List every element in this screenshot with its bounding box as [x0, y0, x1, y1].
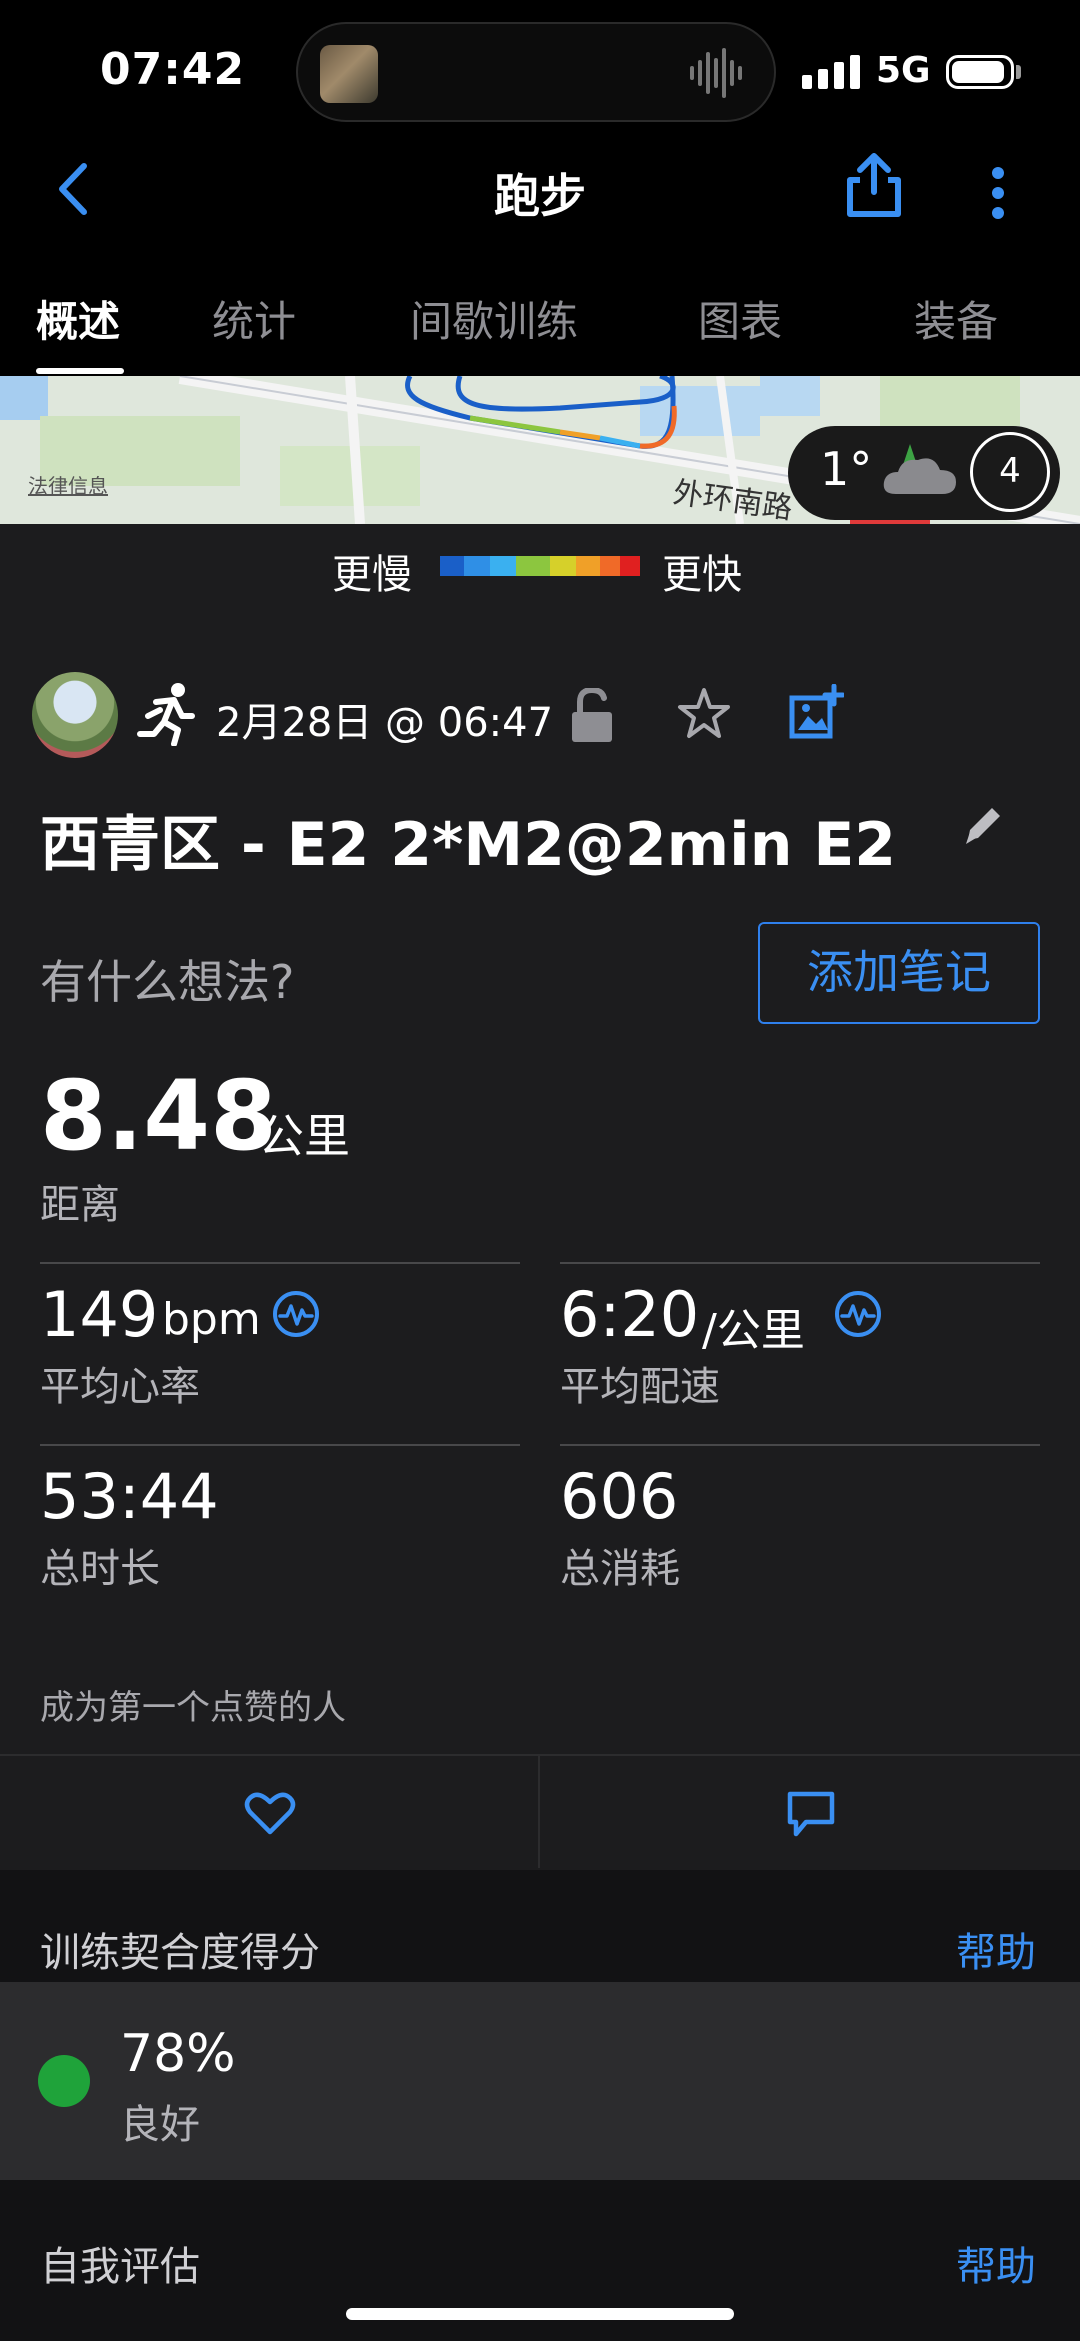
- heart-icon: [244, 1792, 296, 1835]
- pace-zone-icon[interactable]: [834, 1290, 882, 1338]
- distance-label: 距离: [40, 1182, 120, 1228]
- edit-pencil-icon[interactable]: [962, 802, 1006, 846]
- activity-title: 西青区 - E2 2*M2@2min E2: [40, 810, 897, 880]
- training-fit-rating: 良好: [120, 2102, 200, 2148]
- total-time-label: 总时长: [40, 1546, 160, 1592]
- network-type: 5G: [876, 50, 931, 91]
- legend-faster-label: 更快: [662, 552, 742, 598]
- wind-level-badge: 4: [970, 432, 1050, 512]
- activity-date: 2月28日 @ 06:47: [216, 700, 554, 746]
- calories-value: 606: [560, 1460, 679, 1533]
- distance-value: 8.48: [40, 1060, 277, 1172]
- battery-level: [952, 61, 1004, 83]
- add-note-button[interactable]: 添加笔记: [758, 922, 1040, 1024]
- cellular-signal-icon: [802, 55, 860, 89]
- tab-overview[interactable]: 概述: [36, 288, 120, 349]
- avg-pace-unit: /公里: [702, 1305, 805, 1356]
- page-title: 跑步: [494, 169, 586, 223]
- avg-hr-unit: bpm: [162, 1294, 261, 1345]
- avg-pace-value: 6:20: [560, 1278, 700, 1351]
- running-activity-icon: [137, 683, 195, 746]
- active-tab-indicator: [36, 368, 124, 374]
- training-fit-title: 训练契合度得分: [40, 1930, 320, 1976]
- metric-divider: [40, 1262, 520, 1264]
- training-fit-help-link[interactable]: 帮助: [956, 1920, 1036, 1978]
- battery-nub: [1016, 65, 1021, 79]
- privacy-lock-icon[interactable]: [570, 688, 614, 744]
- legend-slower-label: 更慢: [332, 552, 412, 598]
- comment-icon: [787, 1791, 835, 1837]
- metric-divider: [40, 1444, 520, 1446]
- speed-gradient-bar: [440, 556, 640, 576]
- cloudy-weather-icon: [883, 444, 956, 494]
- more-options-icon[interactable]: [990, 165, 1006, 221]
- map-legal-link[interactable]: 法律信息: [28, 470, 108, 499]
- total-time-value: 53:44: [40, 1460, 219, 1533]
- status-time: 07:42: [100, 44, 246, 95]
- like-button[interactable]: [0, 1756, 538, 1868]
- tab-stats[interactable]: 统计: [212, 288, 296, 349]
- avg-hr-value: 149: [40, 1278, 159, 1351]
- share-icon[interactable]: [846, 152, 902, 218]
- tab-gear[interactable]: 装备: [914, 288, 998, 349]
- heart-rate-zone-icon[interactable]: [272, 1290, 320, 1338]
- favorite-star-icon[interactable]: [676, 686, 732, 742]
- first-like-text: 成为第一个点赞的人: [40, 1688, 346, 1728]
- weather-temperature: 1°: [820, 442, 873, 496]
- home-indicator[interactable]: [346, 2308, 734, 2320]
- calories-label: 总消耗: [560, 1546, 680, 1592]
- now-playing-thumbnail[interactable]: [320, 45, 378, 103]
- score-status-dot: [38, 2055, 90, 2107]
- tab-intervals[interactable]: 间歇训练: [410, 288, 578, 349]
- metric-divider: [560, 1262, 1040, 1264]
- training-fit-score: 78%: [120, 2024, 236, 2084]
- tab-charts[interactable]: 图表: [698, 288, 782, 349]
- audio-waveform-icon: [690, 48, 742, 98]
- self-eval-title: 自我评估: [40, 2244, 200, 2290]
- thoughts-prompt: 有什么想法?: [40, 955, 295, 1009]
- map-road-label: 外环南路: [671, 476, 794, 524]
- add-photo-icon[interactable]: [788, 684, 844, 740]
- metric-divider: [560, 1444, 1040, 1446]
- avg-pace-label: 平均配速: [560, 1364, 720, 1410]
- self-eval-help-link[interactable]: 帮助: [956, 2234, 1036, 2292]
- avatar[interactable]: [32, 672, 118, 758]
- avg-hr-label: 平均心率: [40, 1364, 200, 1410]
- distance-unit: 公里: [258, 1109, 350, 1163]
- comment-button[interactable]: [540, 1756, 1080, 1868]
